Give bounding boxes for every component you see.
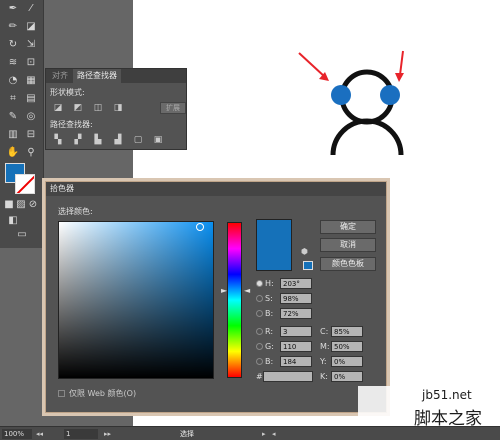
gradient-mode-icon[interactable]: ▨: [16, 198, 26, 212]
expand-button[interactable]: 扩展: [160, 102, 186, 114]
prev-artboard-icon[interactable]: ◂◂: [36, 429, 43, 439]
green-input[interactable]: 110: [280, 341, 312, 352]
cyan-field-label: C:: [320, 327, 329, 336]
slice-icon[interactable]: ⊟: [24, 128, 38, 142]
gradient-icon[interactable]: ▤: [24, 92, 38, 106]
tab-pathfinder[interactable]: 路径查找器: [73, 69, 121, 83]
scale-icon[interactable]: ⇲: [24, 38, 38, 52]
scroll-left-icon[interactable]: ◂: [272, 429, 276, 439]
web-colors-only-checkbox[interactable]: 仅限 Web 颜色(O): [58, 388, 136, 399]
shape-modes-label: 形状模式:: [50, 88, 85, 97]
saturation-input[interactable]: 98%: [280, 293, 312, 304]
green-field-label[interactable]: G:: [256, 342, 274, 351]
hue-slider[interactable]: [227, 222, 242, 378]
blend-icon[interactable]: ◎: [24, 110, 38, 124]
arrow-left-line: [298, 52, 326, 78]
zoom-icon[interactable]: ⚲: [24, 146, 38, 160]
black-field-label: K:: [320, 372, 328, 381]
rotate-icon[interactable]: ↻: [6, 38, 20, 52]
right-ear-circle[interactable]: [380, 85, 400, 105]
magenta-input[interactable]: 50%: [331, 341, 363, 352]
merge-icon[interactable]: ▙: [92, 135, 104, 145]
pathfinder-panel: 对齐 路径查找器 形状模式: ◪ ◩ ◫ ◨ 扩展 路径查找器: ▚ ▞ ▙ ▟…: [45, 68, 187, 150]
mesh-icon[interactable]: ⌗: [6, 92, 20, 106]
pathfinders-label: 路径查找器:: [50, 120, 93, 129]
brightness-field-label[interactable]: B:: [256, 309, 273, 318]
hue-input[interactable]: 203°: [280, 278, 312, 289]
panel-tabs: 对齐 路径查找器: [46, 69, 186, 83]
warp-icon[interactable]: ≋: [6, 56, 20, 70]
red-input[interactable]: 3: [280, 326, 312, 337]
arrow-right-head: [395, 73, 404, 82]
minus-back-icon[interactable]: ▣: [152, 135, 164, 145]
saturation-field-label[interactable]: S:: [256, 294, 273, 303]
draw-mode-icon[interactable]: ◧: [6, 214, 20, 228]
unite-icon[interactable]: ◪: [52, 103, 64, 113]
saturation-brightness-field[interactable]: [58, 221, 214, 379]
color-swatches-button[interactable]: 颜色色板: [320, 257, 376, 271]
free-transform-icon[interactable]: ⊡: [24, 56, 38, 70]
crop-icon[interactable]: ▟: [112, 135, 124, 145]
watermark-domain: jb51.net: [422, 388, 472, 402]
color-field-marker[interactable]: [196, 223, 204, 231]
watermark-logo: jb51.net 脚本之家: [358, 386, 500, 429]
perspective-icon[interactable]: ▦: [24, 74, 38, 88]
hand-icon[interactable]: ✋: [6, 146, 20, 160]
column-graph-icon[interactable]: ▥: [6, 128, 20, 142]
magenta-field-label: M:: [320, 342, 330, 351]
left-ear-circle[interactable]: [331, 85, 351, 105]
hex-field-label: #: [256, 372, 263, 381]
tools-panel: ✒ ⁄ ✏ ◪ ↻ ⇲ ≋ ⊡ ◔ ▦ ⌗ ▤ ✎ ◎ ▥ ⊟ ✋ ⚲ ■ ▨ …: [0, 0, 44, 248]
next-artboard-icon[interactable]: ▸▸: [104, 429, 111, 439]
dialog-title: 拾色器: [46, 182, 386, 196]
brightness-input[interactable]: 72%: [280, 308, 312, 319]
select-color-label: 选择颜色:: [58, 207, 93, 216]
exclude-icon[interactable]: ◨: [112, 103, 124, 113]
stroke-color-swatch[interactable]: [15, 174, 35, 194]
red-field-label[interactable]: R:: [256, 327, 273, 336]
arrow-right-line: [399, 50, 404, 76]
eyedropper-icon[interactable]: ✎: [6, 110, 20, 124]
hue-field-label[interactable]: H:: [256, 279, 274, 288]
brush-icon[interactable]: ⁄: [24, 2, 38, 16]
yellow-input[interactable]: 0%: [331, 356, 363, 367]
cyan-input[interactable]: 85%: [331, 326, 363, 337]
eraser-icon[interactable]: ◪: [24, 20, 38, 34]
stick-figure-illustration: [298, 50, 404, 156]
trim-icon[interactable]: ▞: [72, 135, 84, 145]
color-mode-icon[interactable]: ■: [4, 198, 14, 212]
web-safe-cube-icon[interactable]: ⬢: [301, 247, 308, 256]
shape-builder-icon[interactable]: ◔: [6, 74, 20, 88]
ok-button[interactable]: 确定: [320, 220, 376, 234]
current-tool-status: 选择: [180, 430, 194, 438]
body-outline: [330, 118, 404, 156]
none-mode-icon[interactable]: ⊘: [28, 198, 38, 212]
blue-field-label[interactable]: B:: [256, 357, 273, 366]
new-color-preview: [256, 219, 292, 271]
cancel-button[interactable]: 取消: [320, 238, 376, 252]
status-menu-arrow-icon[interactable]: ▸: [262, 429, 266, 439]
color-picker-dialog: 拾色器 选择颜色: ► ◄ ⬢ 确定 取消 颜色色板 H: 203° S: 98…: [45, 181, 387, 413]
yellow-field-label: Y:: [320, 357, 327, 366]
screen-mode-icon[interactable]: ▭: [14, 228, 30, 242]
outline-icon[interactable]: ▢: [132, 135, 144, 145]
intersect-icon[interactable]: ◫: [92, 103, 104, 113]
tab-align[interactable]: 对齐: [48, 69, 72, 83]
pen-icon[interactable]: ✒: [6, 2, 20, 16]
hue-slider-right-arrow[interactable]: ◄: [244, 286, 250, 295]
watermark-site-name: 脚本之家: [414, 409, 482, 429]
minus-front-icon[interactable]: ◩: [72, 103, 84, 113]
web-safe-swatch[interactable]: [303, 261, 313, 270]
black-input[interactable]: 0%: [331, 371, 363, 382]
artboard-number-select[interactable]: 1: [64, 429, 98, 439]
blue-input[interactable]: 184: [280, 356, 312, 367]
zoom-level-select[interactable]: 100%: [2, 429, 32, 439]
divide-icon[interactable]: ▚: [52, 135, 64, 145]
pencil-icon[interactable]: ✏: [6, 20, 20, 34]
hex-input[interactable]: [263, 371, 313, 382]
